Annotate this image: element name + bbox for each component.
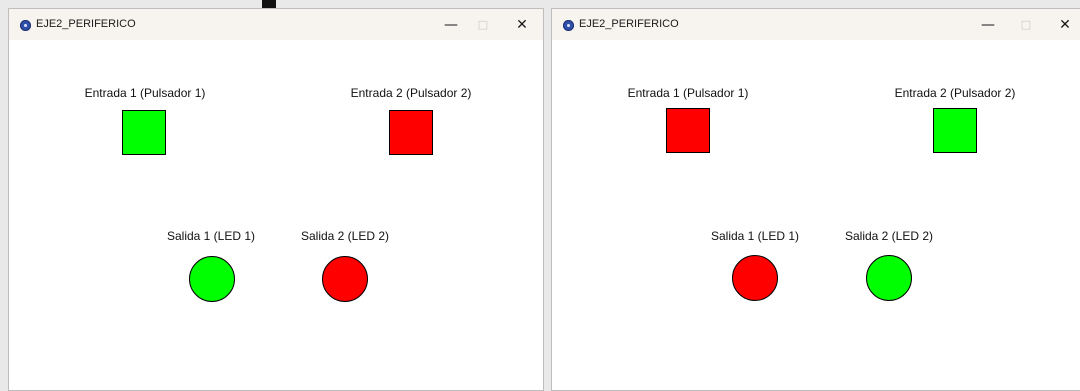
- app-window-2: EJE2_PERIFERICO — □ ✕ Entrada 1 (Pulsado…: [551, 8, 1080, 391]
- input-1-indicator: [666, 108, 710, 153]
- app-window-1: EJE2_PERIFERICO — □ ✕ Entrada 1 (Pulsado…: [8, 8, 544, 391]
- output-2-label: Salida 2 (LED 2): [844, 229, 934, 243]
- background-window-fragment: [262, 0, 276, 8]
- output-1-led: [189, 256, 235, 302]
- output-1-led: [732, 255, 778, 301]
- window-title: EJE2_PERIFERICO: [579, 18, 679, 30]
- title-bar[interactable]: EJE2_PERIFERICO — □ ✕: [552, 9, 1080, 40]
- maximize-button[interactable]: □: [1010, 13, 1042, 37]
- close-button[interactable]: ✕: [1049, 13, 1080, 37]
- input-1-label: Entrada 1 (Pulsador 1): [84, 86, 206, 100]
- input-1-label: Entrada 1 (Pulsador 1): [627, 86, 749, 100]
- input-2-indicator: [389, 110, 433, 155]
- app-icon: [20, 20, 31, 31]
- minimize-button[interactable]: —: [972, 13, 1004, 37]
- output-1-label: Salida 1 (LED 1): [710, 229, 800, 243]
- close-button[interactable]: ✕: [506, 13, 538, 37]
- maximize-button[interactable]: □: [467, 13, 499, 37]
- output-2-led: [322, 256, 368, 302]
- input-2-indicator: [933, 108, 977, 153]
- app-icon: [563, 20, 574, 31]
- input-2-label: Entrada 2 (Pulsador 2): [894, 86, 1016, 100]
- output-2-label: Salida 2 (LED 2): [300, 229, 390, 243]
- minimize-button[interactable]: —: [435, 13, 467, 37]
- input-2-label: Entrada 2 (Pulsador 2): [350, 86, 472, 100]
- window-title: EJE2_PERIFERICO: [36, 18, 136, 30]
- input-1-indicator: [122, 110, 166, 155]
- title-bar[interactable]: EJE2_PERIFERICO — □ ✕: [9, 9, 543, 40]
- output-2-led: [866, 255, 912, 301]
- output-1-label: Salida 1 (LED 1): [166, 229, 256, 243]
